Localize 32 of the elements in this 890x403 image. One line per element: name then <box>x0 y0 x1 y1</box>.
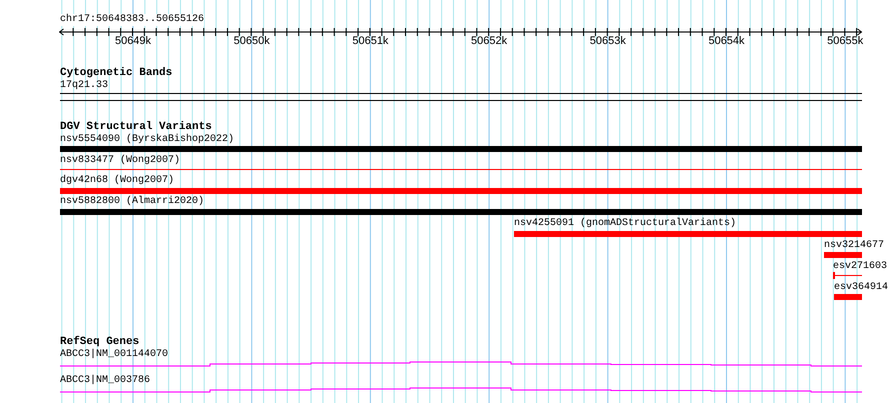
ruler-tick-label: 50654k <box>708 35 745 48</box>
variant-bar[interactable] <box>834 294 862 300</box>
variant-label: esv271603 <box>833 261 888 273</box>
ruler-tick-label: 50653k <box>590 35 626 48</box>
variant-bar[interactable] <box>514 231 862 237</box>
variant-bar[interactable] <box>824 252 862 258</box>
location-label: chr17:50648383..50655126 <box>60 14 204 26</box>
variant-label: nsv5554090 (ByrskaBishop2022) <box>60 134 234 146</box>
variant-label: dgv42n68 (Wong2007) <box>60 175 174 187</box>
variant-label: nsv5882800 (Almarri2020) <box>60 196 204 208</box>
variant-label: nsv4255091 (gnomADStructuralVariants) <box>514 218 736 230</box>
gene-model-drawing[interactable] <box>60 387 862 393</box>
track-title: RefSeq Genes <box>60 336 140 348</box>
variant-line[interactable] <box>833 272 862 279</box>
gene-label: ABCC3|NM_003786 <box>60 375 150 387</box>
ruler-tick-label: 50655k <box>827 35 864 48</box>
variant-label: esv364914 <box>834 282 888 294</box>
variant-line[interactable] <box>60 166 862 173</box>
track-title: DGV Structural Variants <box>60 121 212 134</box>
variant-bar[interactable] <box>60 188 862 194</box>
ruler-tick-label: 50650k <box>234 35 270 48</box>
variant-label: nsv833477 (Wong2007) <box>60 155 180 167</box>
track-title: Cytogenetic Bands <box>60 67 172 80</box>
variant-label: nsv3214677 <box>824 240 884 252</box>
gene-model-drawing[interactable] <box>60 361 862 367</box>
variant-bar[interactable] <box>60 146 862 152</box>
ruler-tick-label: 50651k <box>352 35 388 48</box>
ruler-tick-label: 50652k <box>471 35 508 48</box>
gene-label: ABCC3|NM_001144070 <box>60 349 168 361</box>
variant-bar[interactable] <box>60 209 862 215</box>
ruler-tick-label: 50649k <box>114 35 152 48</box>
band-label: 17q21.33 <box>60 80 108 92</box>
